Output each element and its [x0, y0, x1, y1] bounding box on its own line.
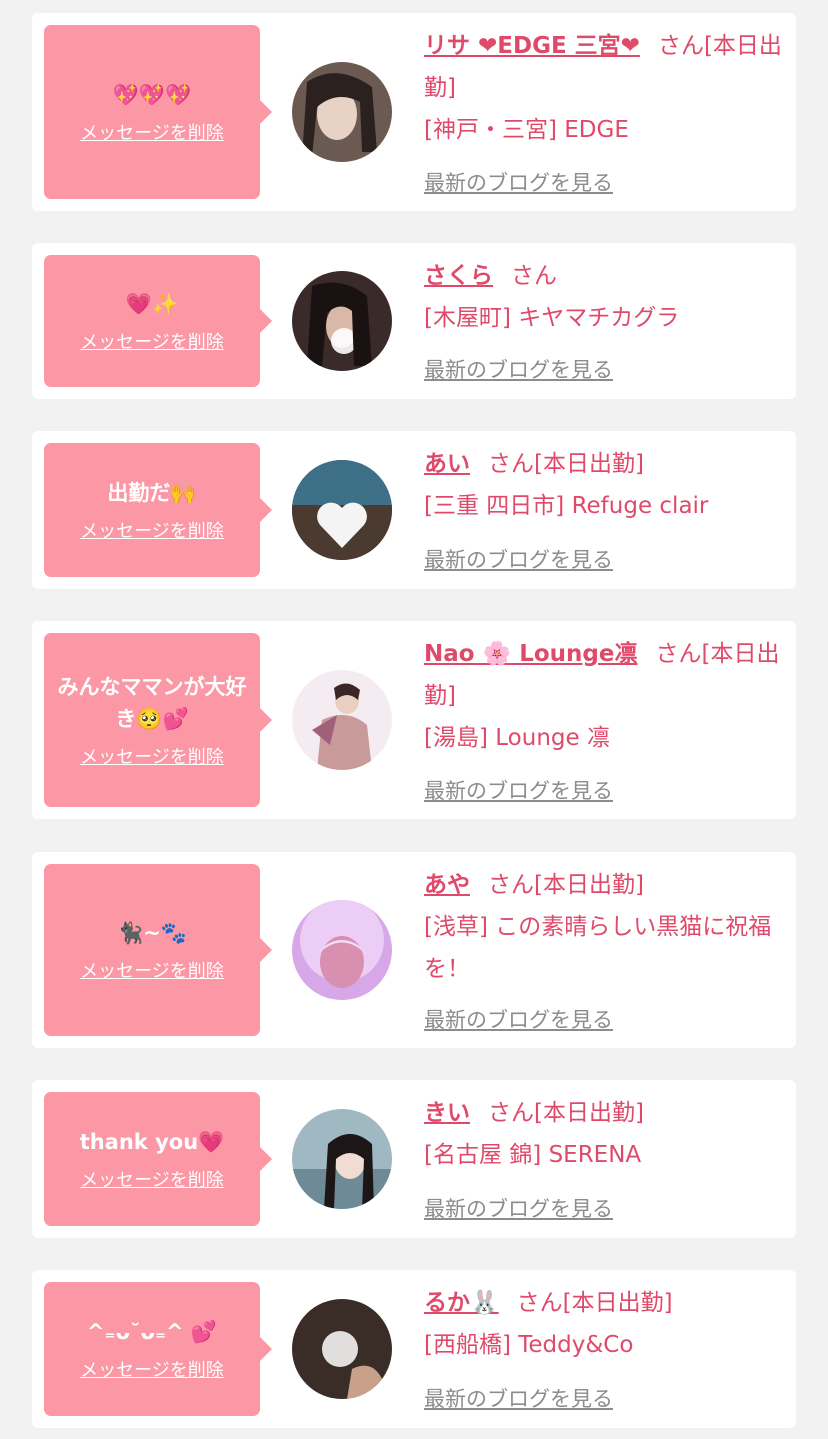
- message-bubble: 🐈‍⬛~🐾 メッセージを削除: [44, 864, 272, 1036]
- latest-blog-link[interactable]: 最新のブログを見る: [424, 1004, 613, 1034]
- cast-info: さくら さん [木屋町] キヤマチカグラ: [424, 255, 784, 339]
- cast-name-link[interactable]: あい: [424, 451, 470, 477]
- delete-message-link[interactable]: メッセージを削除: [80, 743, 224, 769]
- message-text: 出勤だ🙌: [107, 481, 197, 505]
- name-suffix: さん[本日出勤]: [488, 451, 644, 477]
- cast-info: るか🐰 さん[本日出勤] [西船橋] Teddy&Co: [424, 1282, 784, 1366]
- name-suffix: さん[本日出勤]: [488, 872, 644, 898]
- name-suffix: さん: [511, 263, 557, 289]
- cast-info: リサ ❤EDGE 三宮❤ さん[本日出勤] [神戸・三宮] EDGE: [424, 25, 784, 151]
- message-card: 出勤だ🙌 メッセージを削除 あい さん[本日出勤] [三重 四日市] Refuge…: [32, 431, 796, 589]
- shop-label: [湯島] Lounge 凛: [424, 725, 610, 751]
- shop-label: [名古屋 錦] SERENA: [424, 1142, 642, 1168]
- shop-label: [浅草] この素晴らしい黒猫に祝福を！: [424, 914, 772, 982]
- message-text: ^₌ᴗ˘ᴗ₌^ 💕: [86, 1320, 218, 1344]
- shop-label: [木屋町] キヤマチカグラ: [424, 305, 680, 331]
- message-card: 💖💖💖 メッセージを削除 リサ ❤EDGE 三宮❤ さん[本日出勤] [神戸・三宮…: [32, 13, 796, 211]
- avatar[interactable]: [292, 62, 392, 162]
- message-card: ^₌ᴗ˘ᴗ₌^ 💕 メッセージを削除 るか🐰 さん[本日出勤] [西船橋] Ted…: [32, 1270, 796, 1428]
- delete-message-link[interactable]: メッセージを削除: [80, 119, 224, 145]
- message-bubble: みんなママンが大好き🥺💕 メッセージを削除: [44, 633, 272, 807]
- shop-label: [三重 四日市] Refuge clair: [424, 493, 709, 519]
- message-bubble: thank you💗 メッセージを削除: [44, 1092, 272, 1226]
- avatar[interactable]: [292, 271, 392, 371]
- delete-message-link[interactable]: メッセージを削除: [80, 517, 224, 543]
- shop-label: [神戸・三宮] EDGE: [424, 117, 629, 143]
- cast-name-link[interactable]: Nao 🌸 Lounge凛: [424, 641, 638, 667]
- delete-message-link[interactable]: メッセージを削除: [80, 1166, 224, 1192]
- message-text: 💖💖💖: [112, 83, 192, 107]
- message-bubble: ^₌ᴗ˘ᴗ₌^ 💕 メッセージを削除: [44, 1282, 272, 1416]
- cast-name-link[interactable]: あや: [424, 872, 470, 898]
- delete-message-link[interactable]: メッセージを削除: [80, 1356, 224, 1382]
- cast-info: あい さん[本日出勤] [三重 四日市] Refuge clair: [424, 443, 784, 527]
- avatar[interactable]: [292, 670, 392, 770]
- avatar[interactable]: [292, 1109, 392, 1209]
- latest-blog-link[interactable]: 最新のブログを見る: [424, 1383, 613, 1413]
- message-bubble: 出勤だ🙌 メッセージを削除: [44, 443, 272, 577]
- cast-name-link[interactable]: るか🐰: [424, 1290, 499, 1316]
- message-card: みんなママンが大好き🥺💕 メッセージを削除 Nao 🌸 Lounge凛 さん[本日…: [32, 621, 796, 819]
- message-text: 💗✨: [125, 292, 179, 316]
- name-suffix: さん[本日出勤]: [488, 1100, 644, 1126]
- cast-name-link[interactable]: きい: [424, 1100, 470, 1126]
- message-card: 💗✨ メッセージを削除 さくら さん [木屋町] キヤマチカグラ 最新のブログを見…: [32, 243, 796, 399]
- latest-blog-link[interactable]: 最新のブログを見る: [424, 544, 613, 574]
- latest-blog-link[interactable]: 最新のブログを見る: [424, 775, 613, 805]
- avatar[interactable]: [292, 900, 392, 1000]
- name-suffix: さん[本日出勤]: [516, 1290, 673, 1316]
- message-text: thank you💗: [79, 1130, 225, 1154]
- message-bubble: 💗✨ メッセージを削除: [44, 255, 272, 387]
- message-list: 💖💖💖 メッセージを削除 リサ ❤EDGE 三宮❤ さん[本日出勤] [神戸・三宮…: [0, 0, 828, 1439]
- delete-message-link[interactable]: メッセージを削除: [80, 328, 224, 354]
- cast-name-link[interactable]: さくら: [424, 263, 493, 289]
- cast-name-link[interactable]: リサ ❤EDGE 三宮❤: [424, 33, 640, 59]
- cast-info: あや さん[本日出勤] [浅草] この素晴らしい黒猫に祝福を！: [424, 864, 784, 990]
- message-text: 🐈‍⬛~🐾: [117, 921, 187, 945]
- message-text: みんなママンが大好き🥺💕: [57, 675, 247, 731]
- cast-info: きい さん[本日出勤] [名古屋 錦] SERENA: [424, 1092, 784, 1176]
- latest-blog-link[interactable]: 最新のブログを見る: [424, 354, 613, 384]
- avatar[interactable]: [292, 460, 392, 560]
- latest-blog-link[interactable]: 最新のブログを見る: [424, 167, 613, 197]
- shop-label: [西船橋] Teddy&Co: [424, 1332, 634, 1358]
- message-card: thank you💗 メッセージを削除 きい さん[本日出勤] [名古屋 錦] S…: [32, 1080, 796, 1238]
- message-bubble: 💖💖💖 メッセージを削除: [44, 25, 272, 199]
- latest-blog-link[interactable]: 最新のブログを見る: [424, 1193, 613, 1223]
- avatar[interactable]: [292, 1299, 392, 1399]
- cast-info: Nao 🌸 Lounge凛 さん[本日出勤] [湯島] Lounge 凛: [424, 633, 784, 759]
- message-card: 🐈‍⬛~🐾 メッセージを削除 あや さん[本日出勤] [浅草] この素晴らしい黒猫…: [32, 852, 796, 1048]
- delete-message-link[interactable]: メッセージを削除: [80, 957, 224, 983]
